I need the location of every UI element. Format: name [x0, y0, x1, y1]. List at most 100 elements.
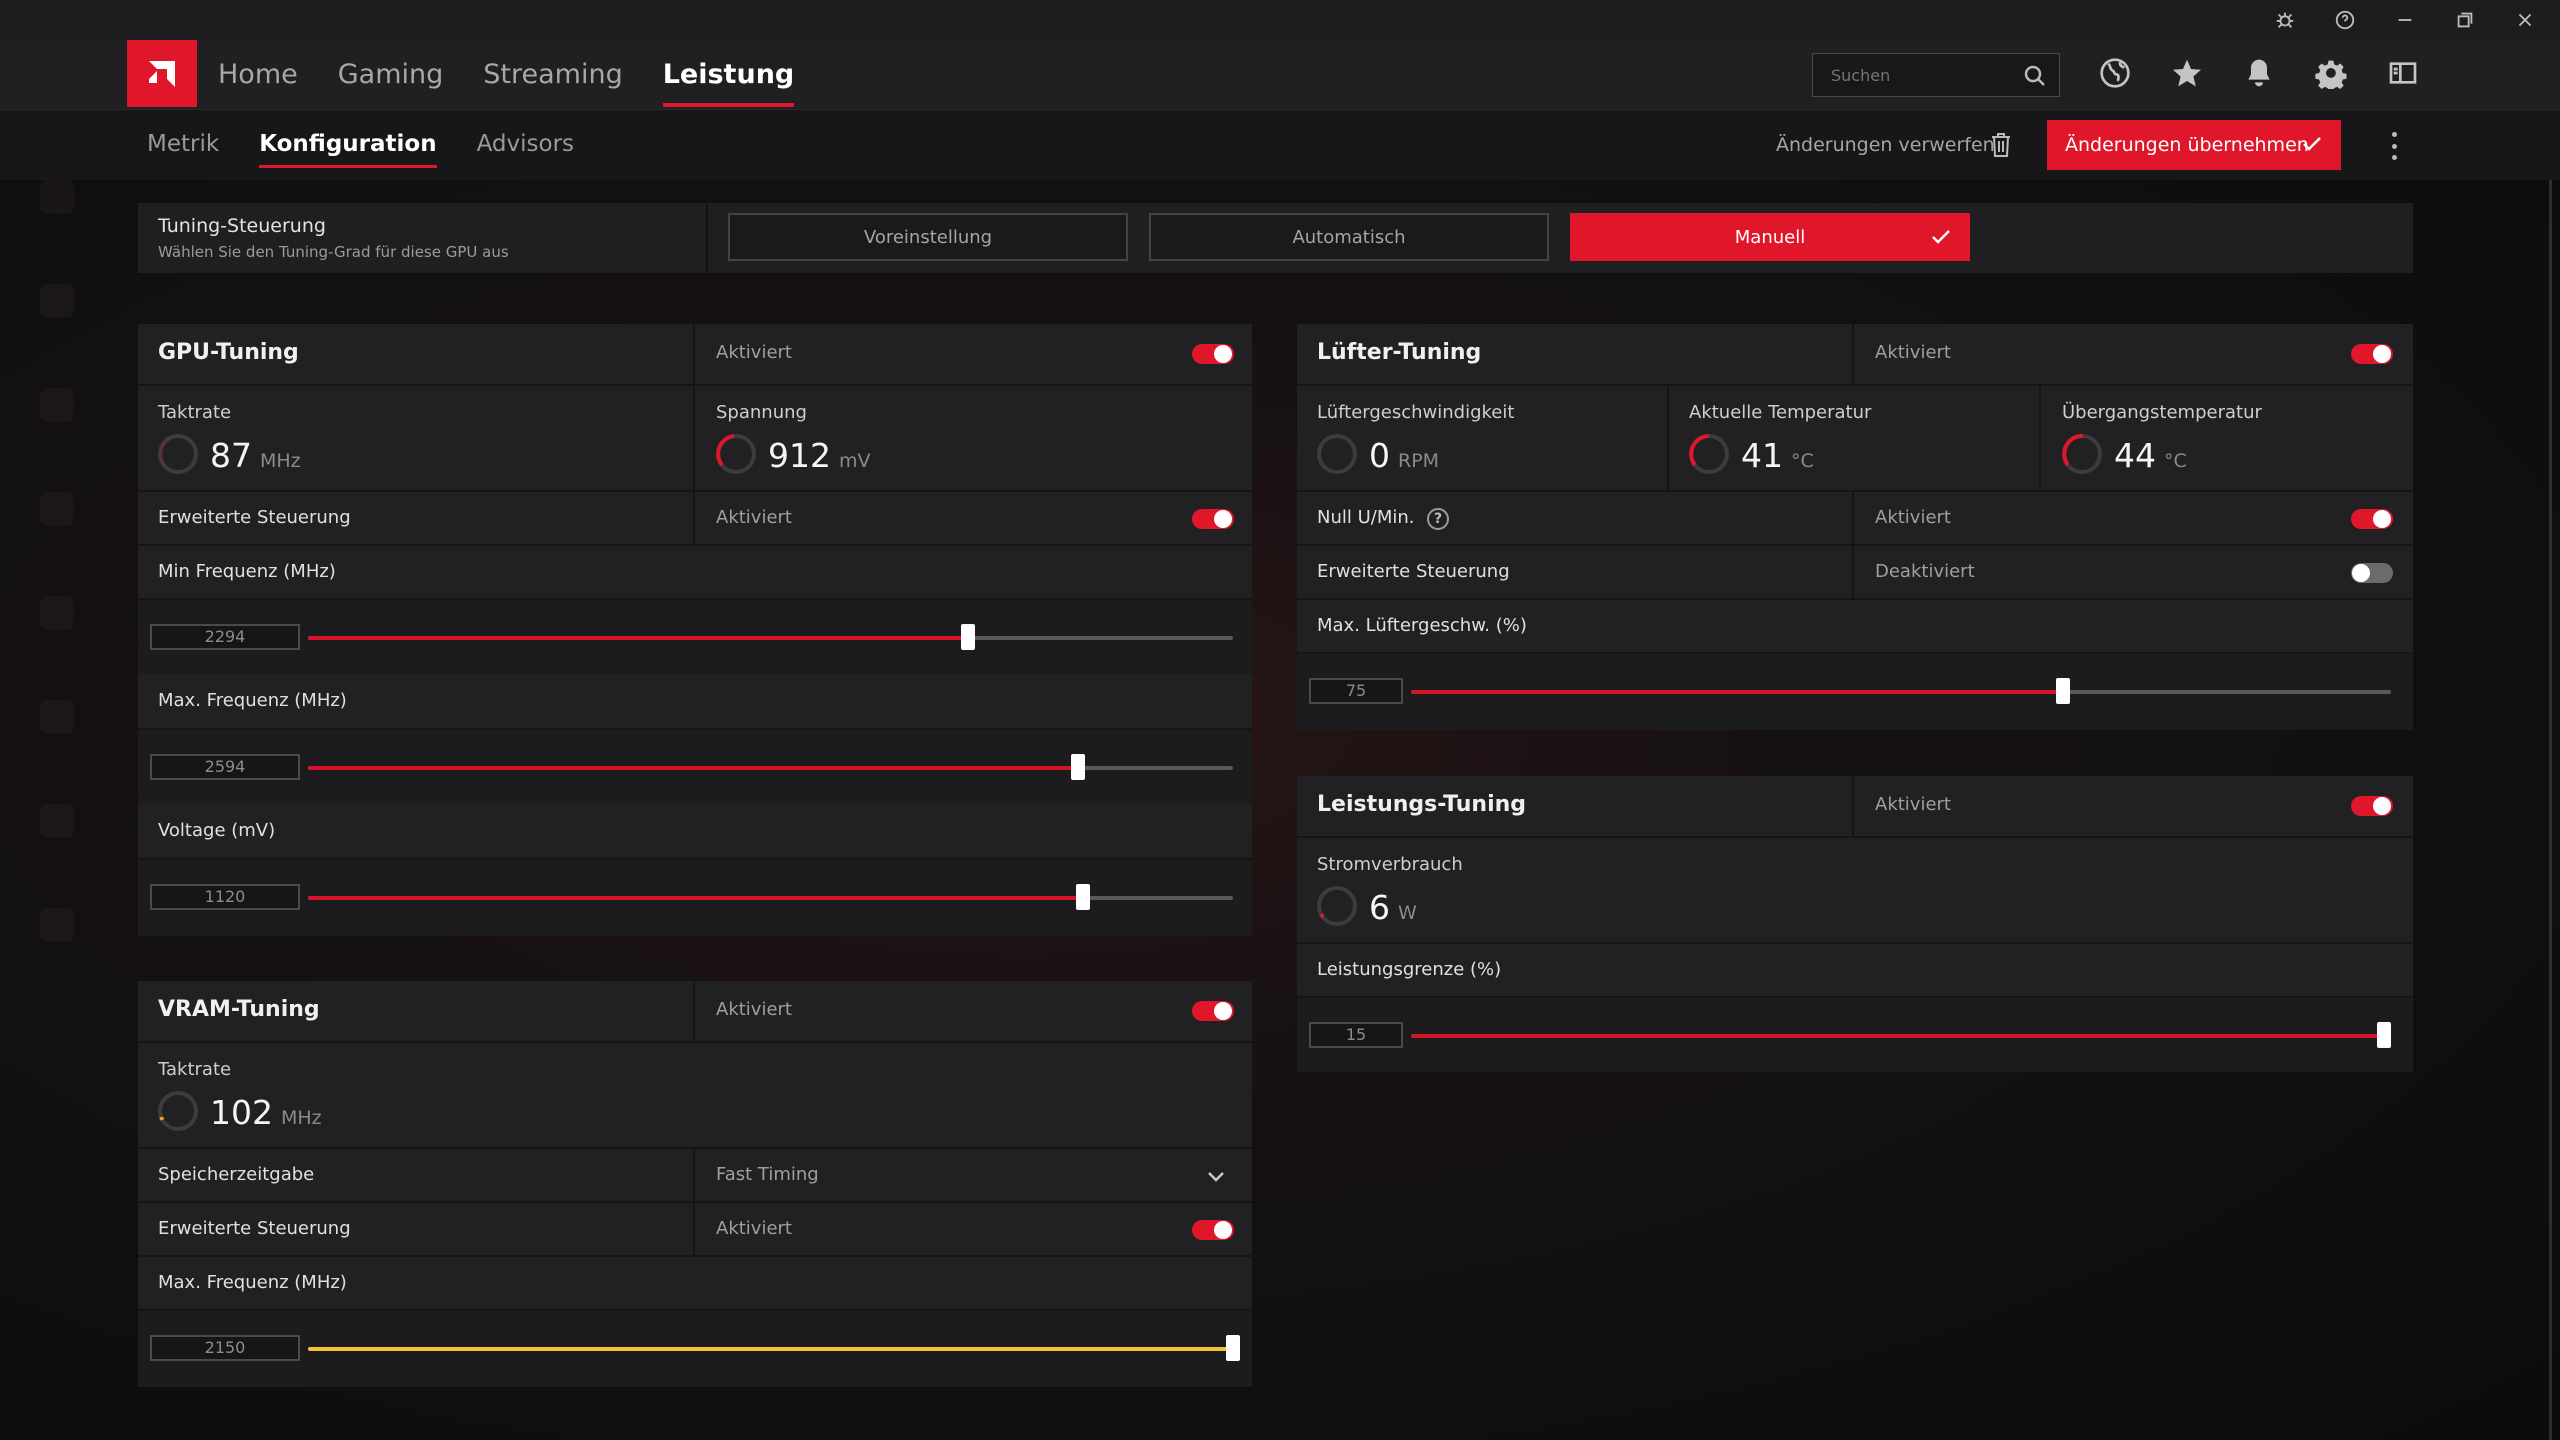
max-fan-speed-slider[interactable]: [1411, 678, 2391, 704]
power-tuning-toggle[interactable]: [2351, 796, 2393, 816]
fan-advanced-status: Deaktiviert: [1875, 561, 1975, 582]
max-freq-header: Max. Frequenz (MHz): [138, 674, 1252, 730]
power-tuning-panel: Leistungs-Tuning Aktiviert Stromverbrauc…: [1297, 776, 2413, 1072]
nav-tab-home[interactable]: Home: [218, 40, 298, 110]
restore-icon[interactable]: [2450, 5, 2480, 35]
max-freq-slider[interactable]: [308, 754, 1233, 780]
sidebar-panel-icon[interactable]: [2386, 56, 2420, 90]
gpu-voltage-unit: mV: [839, 450, 871, 472]
scrollbar[interactable]: [2549, 180, 2552, 1440]
min-freq-input[interactable]: 2294: [150, 624, 300, 650]
fan-speed-unit: RPM: [1398, 450, 1440, 472]
memory-timing-label: Speicherzeitgabe: [158, 1164, 315, 1185]
slider-thumb[interactable]: [1076, 884, 1091, 910]
zero-rpm-toggle[interactable]: [2351, 509, 2393, 529]
globe-icon[interactable]: [2098, 56, 2132, 90]
search-icon[interactable]: [2023, 64, 2047, 88]
vram-tuning-toggle[interactable]: [1192, 1001, 1234, 1021]
min-freq-slider[interactable]: [308, 624, 1233, 650]
vram-clock-label: Taktrate: [158, 1059, 232, 1080]
help-icon[interactable]: [2330, 5, 2360, 35]
apply-changes-button[interactable]: Änderungen übernehmen: [2047, 120, 2341, 170]
vram-max-freq-input[interactable]: 2150: [150, 1335, 300, 1361]
search-box[interactable]: [1812, 53, 2060, 97]
background-decoration: [40, 180, 80, 980]
checkmark-icon: [1932, 230, 1950, 244]
zero-rpm-row: Null U/Min. ? Aktiviert: [1297, 492, 2413, 546]
power-limit-input[interactable]: 15: [1309, 1022, 1403, 1048]
fan-advanced-toggle[interactable]: [2351, 563, 2393, 583]
nav-tab-streaming[interactable]: Streaming: [483, 40, 622, 110]
search-input[interactable]: [1831, 65, 2011, 85]
fan-tuning-toggle[interactable]: [2351, 344, 2393, 364]
star-icon[interactable]: [2170, 56, 2204, 90]
gpu-clock-unit: MHz: [260, 450, 301, 472]
gear-icon[interactable]: [2314, 56, 2348, 90]
vram-tuning-title: VRAM-Tuning: [158, 997, 320, 1022]
power-tuning-header: Leistungs-Tuning Aktiviert: [1297, 776, 2413, 838]
slider-thumb[interactable]: [961, 624, 976, 650]
voltage-slider-row: 1120: [138, 860, 1252, 936]
junction-temp-label: Übergangstemperatur: [2062, 402, 2262, 423]
voltage-input[interactable]: 1120: [150, 884, 300, 910]
nav-tab-leistung[interactable]: Leistung: [662, 40, 794, 110]
gpu-voltage-value: 912: [768, 436, 831, 475]
slider-thumb[interactable]: [2055, 678, 2070, 704]
gpu-tuning-toggle[interactable]: [1192, 344, 1234, 364]
bell-icon[interactable]: [2242, 56, 2276, 90]
power-tuning-title: Leistungs-Tuning: [1317, 792, 1527, 817]
gauge-icon: [1317, 886, 1357, 926]
help-icon[interactable]: ?: [1427, 508, 1449, 530]
discard-changes-link[interactable]: Änderungen verwerfen: [1776, 110, 1995, 180]
memory-timing-dropdown[interactable]: Fast Timing: [716, 1164, 819, 1185]
trash-icon[interactable]: [1990, 132, 2012, 158]
fan-tuning-header: Lüfter-Tuning Aktiviert: [1297, 324, 2413, 386]
fan-advanced-label: Erweiterte Steuerung: [1317, 561, 1510, 582]
tab-metrik[interactable]: Metrik: [147, 110, 219, 180]
manual-button[interactable]: Manuell: [1570, 213, 1970, 261]
gpu-tuning-panel: GPU-Tuning Aktiviert Taktrate 87 MHz Span…: [138, 324, 1252, 936]
chevron-down-icon[interactable]: [1206, 1167, 1226, 1187]
power-limit-slider[interactable]: [1411, 1022, 2392, 1048]
more-options-icon[interactable]: [2388, 132, 2400, 160]
gpu-tuning-header: GPU-Tuning Aktiviert: [138, 324, 1252, 386]
voltage-slider[interactable]: [308, 884, 1233, 910]
voltage-slider-label: Voltage (mV): [158, 820, 276, 841]
tuning-control-subtitle: Wählen Sie den Tuning-Grad für diese GPU…: [158, 243, 509, 261]
power-limit-header: Leistungsgrenze (%): [1297, 944, 2413, 998]
slider-thumb[interactable]: [1226, 1335, 1240, 1361]
apply-changes-label: Änderungen übernehmen: [2065, 134, 2309, 156]
slider-thumb[interactable]: [1070, 754, 1085, 780]
min-freq-header: Min Frequenz (MHz): [138, 546, 1252, 600]
max-fan-speed-label: Max. Lüftergeschw. (%): [1317, 615, 1527, 636]
vram-max-freq-slider[interactable]: [308, 1335, 1240, 1361]
power-usage-value: 6: [1369, 888, 1390, 927]
vram-max-freq-slider-row: 2150: [138, 1311, 1252, 1387]
nav-tab-gaming[interactable]: Gaming: [338, 40, 444, 110]
minimize-icon[interactable]: [2390, 5, 2420, 35]
zero-rpm-label: Null U/Min.: [1317, 507, 1415, 528]
gpu-advanced-label: Erweiterte Steuerung: [158, 507, 351, 528]
power-usage-unit: W: [1398, 902, 1417, 924]
close-icon[interactable]: [2510, 5, 2540, 35]
gpu-advanced-toggle[interactable]: [1192, 509, 1234, 529]
automatic-button[interactable]: Automatisch: [1149, 213, 1549, 261]
max-freq-slider-row: 2594: [138, 730, 1252, 804]
slider-thumb[interactable]: [2377, 1022, 2392, 1048]
vram-advanced-toggle[interactable]: [1192, 1220, 1234, 1240]
tab-konfiguration[interactable]: Konfiguration: [259, 110, 438, 180]
vram-advanced-label: Erweiterte Steuerung: [158, 1218, 351, 1239]
gauge-icon: [158, 1091, 198, 1131]
fan-advanced-row: Erweiterte Steuerung Deaktiviert: [1297, 546, 2413, 600]
preset-button[interactable]: Voreinstellung: [728, 213, 1128, 261]
amd-logo[interactable]: [127, 40, 197, 107]
vram-clock-unit: MHz: [281, 1107, 322, 1129]
tab-advisors[interactable]: Advisors: [477, 110, 574, 180]
bug-report-icon[interactable]: [2270, 5, 2300, 35]
vram-max-freq-header: Max. Frequenz (MHz): [138, 1257, 1252, 1311]
power-limit-slider-row: 15: [1297, 998, 2413, 1072]
max-fan-speed-input[interactable]: 75: [1309, 678, 1403, 704]
max-freq-input[interactable]: 2594: [150, 754, 300, 780]
fan-metrics-row: Lüftergeschwindigkeit 0 RPM Aktuelle Temp…: [1297, 386, 2413, 492]
tuning-control-row: Tuning-Steuerung Wählen Sie den Tuning-G…: [138, 203, 2413, 273]
